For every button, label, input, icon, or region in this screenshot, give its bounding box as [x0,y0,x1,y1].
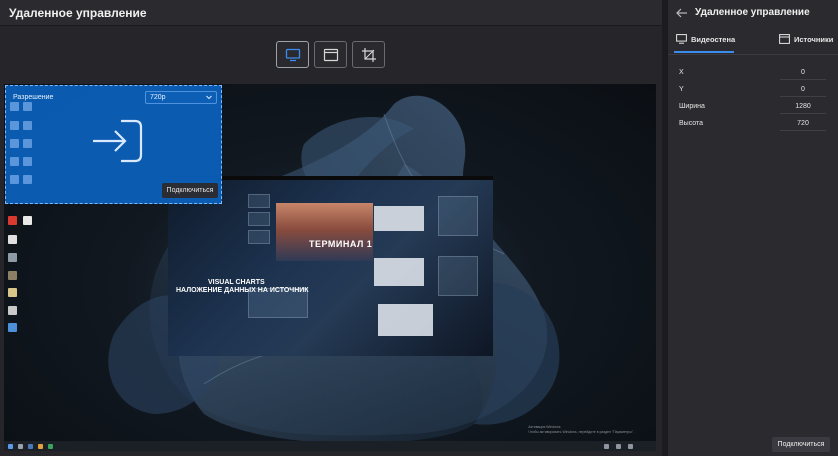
field-x: X [668,66,838,80]
app-icon [23,175,32,184]
overlay-desktop-icons [8,89,44,339]
connect-overlay[interactable]: Разрешение 720p Подключиться [5,85,222,204]
field-height: Высота [668,117,838,131]
arrow-left-icon[interactable] [676,7,688,19]
taskbar-app-icon[interactable] [38,444,43,449]
side-header: Удаленное управление [668,0,838,26]
field-y: Y [668,83,838,97]
video-title: ТЕРМИНАЛ 1 [309,239,373,249]
window-icon [323,48,338,61]
app-icon [10,121,19,130]
app-icon [10,157,19,166]
monitor-icon [285,48,300,61]
connect-button[interactable]: Подключиться [772,437,830,452]
tray-icon[interactable] [628,444,633,449]
window-view-button[interactable] [314,41,347,68]
activation-watermark: Активация Windows Чтобы активировать Win… [528,425,634,435]
monitor-view-button[interactable] [276,41,309,68]
video-panel [438,196,478,236]
video-panel [248,230,270,244]
window-icon [779,34,790,44]
app-icon [23,139,32,148]
start-icon[interactable] [8,444,13,449]
field-width: Ширина [668,100,838,114]
properties-panel: Удаленное управление Видеостена Источник… [667,0,838,456]
video-chart-card [378,304,433,336]
video-panel [438,256,478,296]
video-chart-card [374,206,424,231]
tray-icon[interactable] [604,444,609,449]
resolution-label: Разрешение [13,94,54,101]
side-title: Удаленное управление [695,7,810,18]
field-label: Высота [679,120,704,127]
app-icon [23,157,32,166]
app-icon [10,102,19,111]
y-input[interactable] [780,83,826,97]
app-icon [10,139,19,148]
video-subtitle: VISUAL CHARTS [208,279,265,286]
height-input[interactable] [780,117,826,131]
enter-icon[interactable] [91,119,143,163]
view-toolbar [276,41,386,68]
tab-sources[interactable]: Источники [779,34,834,55]
field-label: Ширина [679,103,705,110]
tray-icon[interactable] [616,444,621,449]
video-chart-card [374,258,424,286]
tab-label: Видеостена [691,35,736,44]
resolution-value: 720p [150,94,166,101]
page-title: Удаленное управление [9,6,147,20]
watermark-text: Чтобы активировать Windows, перейдите в … [528,430,634,434]
main-header: Удаленное управление [0,0,662,26]
chevron-down-icon [206,95,212,100]
search-icon[interactable] [18,444,23,449]
video-subtitle: НАЛОЖЕНИЕ ДАННЫХ НА ИСТОЧНИК [176,287,309,294]
tab-label: Источники [794,35,834,44]
width-input[interactable] [780,100,826,114]
crop-icon [361,47,376,62]
crop-button[interactable] [352,41,385,68]
field-label: X [679,69,684,76]
monitor-icon [676,34,687,44]
app-icon [10,175,19,184]
video-panel [248,194,270,208]
app-icon [23,121,32,130]
field-label: Y [679,86,684,93]
side-tabs: Видеостена Источники [668,30,838,55]
app-icon [23,102,32,111]
taskbar-app-icon[interactable] [28,444,33,449]
x-input[interactable] [780,66,826,80]
resolution-select[interactable]: 720p [145,91,217,104]
video-port-image [276,203,373,261]
taskbar-app-icon[interactable] [48,444,53,449]
overlay-connect-button[interactable]: Подключиться [162,183,218,198]
active-tab-indicator [674,51,734,53]
main-panel: Удаленное управление Активация Windows Ч… [0,0,662,456]
video-panel [248,212,270,226]
taskbar [4,441,656,451]
